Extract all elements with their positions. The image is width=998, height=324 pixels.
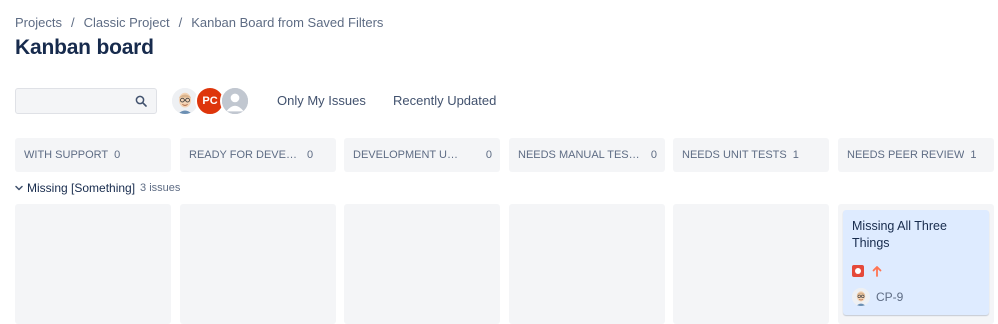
column-count: 0 (485, 149, 492, 161)
column-header-needs-unit-tests[interactable]: NEEDS UNIT TESTS 1 (673, 138, 829, 172)
bug-icon (852, 265, 864, 277)
swimlane-issue-count: 3 issues (140, 182, 181, 194)
card-icons (852, 265, 883, 277)
breadcrumb-classic-project[interactable]: Classic Project (84, 15, 170, 30)
breadcrumb-board[interactable]: Kanban Board from Saved Filters (191, 15, 383, 30)
column-header-development-under[interactable]: DEVELOPMENT UNDER... 0 (344, 138, 500, 172)
column-count: 0 (650, 149, 657, 161)
search-input[interactable] (16, 89, 128, 113)
priority-high-arrow-icon (872, 266, 882, 277)
column-header-ready-for-development[interactable]: READY FOR DEVELOPM... 0 (180, 138, 336, 172)
column-header-needs-peer-review[interactable]: NEEDS PEER REVIEW 1 (838, 138, 994, 172)
column-header-with-support[interactable]: WITH SUPPORT 0 (15, 138, 171, 172)
page-title: Kanban board (15, 36, 154, 59)
column-name: WITH SUPPORT (24, 149, 109, 161)
column-name: READY FOR DEVELOPM... (189, 149, 301, 161)
default-user-icon (222, 88, 248, 114)
column-name: NEEDS UNIT TESTS (682, 149, 787, 161)
filter-recently-updated[interactable]: Recently Updated (393, 93, 496, 108)
column-count: 1 (792, 149, 799, 161)
swimlane-name: Missing [Something] (27, 181, 136, 195)
issue-key[interactable]: CP-9 (876, 290, 903, 304)
column-cell-ready-for-development[interactable] (180, 204, 336, 324)
chevron-down-icon[interactable] (15, 184, 23, 192)
breadcrumb-separator: / (70, 15, 75, 30)
filter-only-my-issues[interactable]: Only My Issues (277, 93, 366, 108)
column-name: NEEDS MANUAL TESTING (518, 149, 646, 161)
column-cell-needs-unit-tests[interactable] (673, 204, 829, 324)
issue-card[interactable]: Missing All Three Things CP-9 (843, 210, 989, 315)
column-count: 1 (970, 149, 977, 161)
breadcrumb: Projects / Classic Project / Kanban Boar… (15, 15, 383, 30)
breadcrumb-projects[interactable]: Projects (15, 15, 62, 30)
user-face-icon (852, 288, 870, 306)
avatar-group: PC (170, 86, 250, 116)
column-name: DEVELOPMENT UNDER... (353, 149, 465, 161)
search-icon[interactable] (135, 95, 147, 107)
avatar-default-user[interactable] (220, 86, 250, 116)
card-assignee-avatar[interactable] (852, 288, 870, 306)
breadcrumb-separator: / (178, 15, 183, 30)
column-cell-with-support[interactable] (15, 204, 171, 324)
column-cell-needs-manual-testing[interactable] (509, 204, 665, 324)
column-name: NEEDS PEER REVIEW (847, 149, 965, 161)
swimlane-header[interactable]: Missing [Something] 3 issues (15, 181, 180, 195)
column-count: 0 (114, 149, 121, 161)
search-box[interactable] (15, 88, 157, 114)
avatar-initials: PC (202, 95, 218, 107)
column-count: 0 (307, 149, 314, 161)
card-footer: CP-9 (852, 288, 903, 306)
card-title: Missing All Three Things (852, 219, 947, 250)
column-header-needs-manual-testing[interactable]: NEEDS MANUAL TESTING 0 (509, 138, 665, 172)
column-cell-development-under[interactable] (344, 204, 500, 324)
